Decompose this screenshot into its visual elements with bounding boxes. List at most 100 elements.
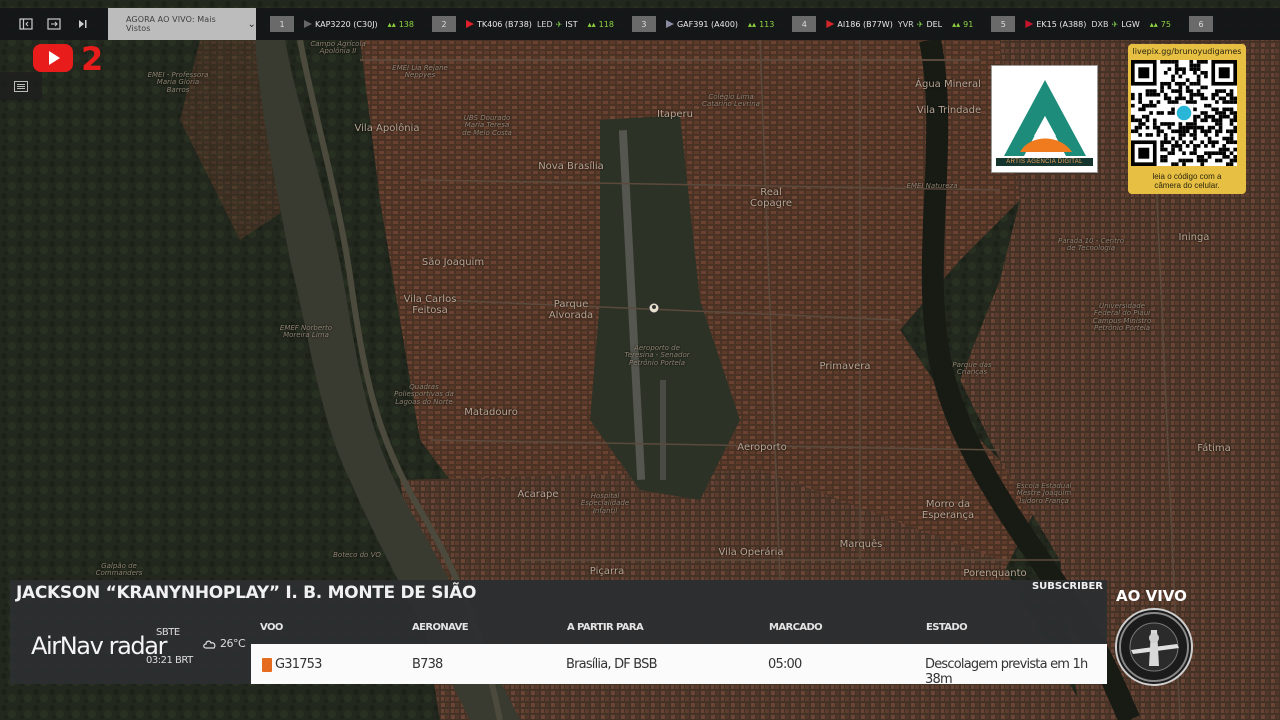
map-label: Ininga xyxy=(1178,232,1210,243)
map-label: UBS Dourado Maria Teresa de Melo Costa xyxy=(462,114,512,137)
skip-next-icon xyxy=(79,20,87,28)
airline-logo-icon xyxy=(1025,20,1034,28)
qr-caption-line2: câmera do celular. xyxy=(1154,180,1220,190)
scheduled-time: 05:00 xyxy=(768,657,802,672)
qr-code-icon xyxy=(1131,60,1237,166)
ticker-rank: 3 xyxy=(631,16,656,32)
flight-status: Descolagem prevista em 1h 38m xyxy=(925,657,1088,687)
live-label: AO VIVO xyxy=(1116,587,1187,605)
map-label: Vila Operária xyxy=(718,547,784,558)
map-label: Parque das Crianças xyxy=(952,361,992,377)
ticker-route-from: DXB xyxy=(1091,19,1109,29)
airline-logo-icon xyxy=(826,20,835,28)
flight-info-panel: JACKSON “KRANYNHOPLAY” I. B. MONTE DE SI… xyxy=(10,580,1107,687)
live-category-dropdown[interactable]: AGORA AO VIVO: Mais Vistos ⌄ xyxy=(108,8,256,40)
map-label: EMEI Lia Rejane Neppyes xyxy=(392,64,448,80)
map-label: Universidade Federal do Piauí Campus Min… xyxy=(1092,302,1152,333)
ticker-callsign: KAP3220 (C30J) xyxy=(315,19,378,29)
ticker-flight-item[interactable]: 1 KAP3220 (C30J) ▴▴ 138 xyxy=(270,8,414,40)
weather-readout: 26°C xyxy=(203,637,246,650)
map-label: Fátima xyxy=(1197,443,1231,454)
ticker-flight-item[interactable]: 3 GAF391 (A400) ▴▴ 113 xyxy=(631,8,775,40)
sponsor-caption: ARTIS AGENCIA DIGITAL xyxy=(996,158,1093,166)
map-label: Matadouro xyxy=(464,407,518,418)
map-label: Vila Apolônia xyxy=(354,123,420,134)
ticker-viewers: 113 xyxy=(759,19,775,29)
streamer-name: JACKSON “KRANYNHOPLAY” I. B. MONTE DE SI… xyxy=(16,583,477,603)
ticker-flight-item[interactable]: 2 TK406 (B738) LED ✈ IST ▴▴ 118 xyxy=(431,8,614,40)
plane-arrow-icon: ✈ xyxy=(555,19,563,29)
col-status: ESTADO xyxy=(926,622,968,633)
sponsor-logo: ARTIS AGENCIA DIGITAL xyxy=(991,65,1098,173)
flight-table-header: VOO AERONAVE A PARTIR PARA MARCADO ESTAD… xyxy=(252,610,1107,642)
ticker-callsign: AI186 (B77W) xyxy=(837,19,893,29)
signal-icon: ▴▴ xyxy=(387,19,396,29)
live-category-label: AGORA AO VIVO: Mais Vistos xyxy=(126,15,216,33)
map-label: Água Mineral xyxy=(915,79,981,90)
map-label: Galpão de Commanders xyxy=(95,562,143,578)
map-label: Real Copagre xyxy=(750,187,792,209)
airline-logo-icon xyxy=(304,20,312,28)
list-panel-button[interactable] xyxy=(0,72,42,100)
map-label: Parada 10 - Centro de Tecnologia xyxy=(1057,237,1125,253)
flight-number: G31753 xyxy=(275,657,322,672)
map-label: Primavera xyxy=(819,361,871,372)
plane-arrow-icon: ✈ xyxy=(1111,19,1119,29)
ticker-flight-item[interactable]: 5 EK15 (A388) DXB ✈ LGW ▴▴ 75 xyxy=(991,8,1171,40)
map-pin-icon[interactable] xyxy=(648,302,660,314)
list-icon xyxy=(14,80,28,92)
aircraft-type: B738 xyxy=(412,657,443,672)
destination: Brasília, DF BSB xyxy=(566,657,658,672)
ticker-rank: 6 xyxy=(1188,16,1213,32)
ticker-route-to: LGW xyxy=(1121,19,1140,29)
map-label: Hospital Especialidade Infantil xyxy=(580,492,630,515)
subscriber-label: SUBSCRIBER xyxy=(1031,581,1103,592)
map-label: Morro da Esperança xyxy=(921,499,975,521)
plane-arrow-icon: ✈ xyxy=(916,19,924,29)
ticker-route-to: IST xyxy=(565,19,578,29)
sidebar-toggle-icon xyxy=(19,18,33,30)
fullscreen-button[interactable] xyxy=(40,8,68,40)
signal-icon: ▴▴ xyxy=(748,19,757,29)
airport-code: SBTE xyxy=(156,627,180,638)
map-label: Vila Carlos Feitosa xyxy=(403,294,457,316)
map-label: Quadras Poliesportivas da Lagoas do Nort… xyxy=(394,383,454,406)
expand-icon xyxy=(47,18,61,30)
chevron-down-icon: ⌄ xyxy=(247,18,256,30)
airline-logo-icon xyxy=(665,20,674,28)
col-aircraft: AERONAVE xyxy=(412,622,469,633)
map-label: EMEF Norberto Moreira Lima xyxy=(279,324,333,340)
ticker-callsign: GAF391 (A400) xyxy=(676,19,739,29)
map-label: Parque Alvorada xyxy=(548,299,594,321)
map-label: Campo Agrícola Apolônia II xyxy=(310,40,366,56)
map-label: Boteco do VO xyxy=(333,551,381,559)
col-scheduled: MARCADO xyxy=(769,622,823,633)
map-label: Porenquanto xyxy=(963,568,1027,579)
skip-next-button[interactable] xyxy=(68,8,96,40)
col-flight: VOO xyxy=(260,622,283,633)
airline-logo-icon xyxy=(465,20,474,28)
ticker-route-to: DEL xyxy=(926,19,943,29)
signal-icon: ▴▴ xyxy=(952,19,961,29)
map-label: Aeroporto de Teresina - Senador Petrônio… xyxy=(624,344,690,367)
ticker-flight-item[interactable]: 6 xyxy=(1188,8,1223,40)
qr-caption: leia o código com a câmera do celular. xyxy=(1131,172,1243,191)
qr-donation-box: livepix.gg/brunoyudigames leia o código … xyxy=(1128,44,1246,194)
ticker-viewers: 91 xyxy=(963,19,974,29)
temperature: 26°C xyxy=(220,637,246,650)
flight-ticker-list: 1 KAP3220 (C30J) ▴▴ 138 2 TK406 (B738) LED ✈ IST… xyxy=(256,8,1223,40)
ticker-route-from: LED xyxy=(536,19,553,29)
ticker-rank: 1 xyxy=(270,16,294,32)
map-label: Vila Trindade xyxy=(916,105,982,116)
signal-icon: ▴▴ xyxy=(587,19,596,29)
brand-air: AirNav xyxy=(31,632,104,660)
col-destination: A PARTIR PARA xyxy=(567,622,644,633)
airline-gol-icon xyxy=(262,658,272,672)
youtube-channel-number: 2 xyxy=(81,40,104,78)
ticker-flight-item[interactable]: 4 AI186 (B77W) YVR ✈ DEL ▴▴ 91 xyxy=(792,8,973,40)
collapse-sidebar-button[interactable] xyxy=(12,8,40,40)
airplane-badge-icon xyxy=(1119,612,1189,682)
flight-row[interactable]: G31753 B738 Brasília, DF BSB 05:00 Desco… xyxy=(251,644,1107,687)
map-label: Nova Brasília xyxy=(538,161,604,172)
ticker-callsign: EK15 (A388) xyxy=(1036,19,1087,29)
